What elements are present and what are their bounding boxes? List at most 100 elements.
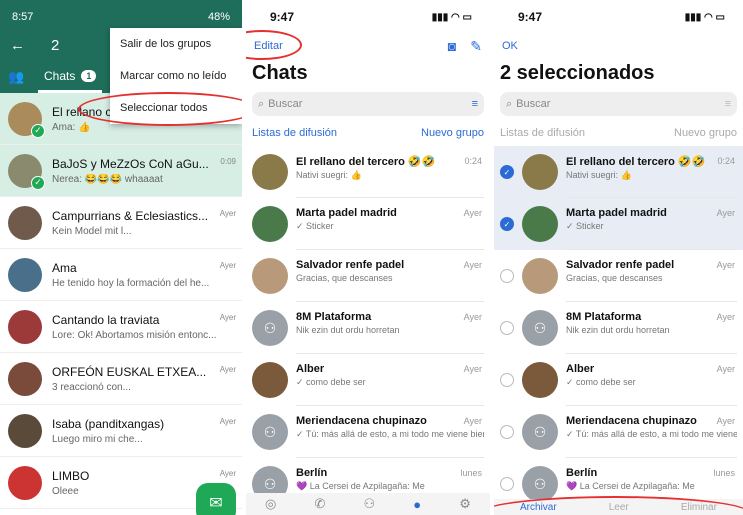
chat-row[interactable]: ⚇ 8M Plataforma Nik ezin dut ordu horretan… [494,302,743,354]
chat-body: El rellano del tercero 🤣🤣 Nativi suegri: … [566,146,737,198]
avatar: ⚇ [522,310,558,346]
avatar: ⚇ [252,310,288,346]
new-group-link[interactable]: Nuevo grupo [421,127,484,139]
chat-body: BaJoS y MeZzOs CoN aGu... Nerea: 😂😂😂 whaa… [52,157,234,185]
chat-name: Meriendacena chupinazo [296,415,427,427]
chat-row[interactable]: Isaba (panditxangas) Luego miro mi che...… [0,405,242,457]
chat-preview: ✓ Tú: más allá de esto, a mi todo me vie… [296,429,484,439]
chat-preview: Lore: Ok! Abortamos misión entonc... [52,329,217,341]
chat-name: Ama [52,260,77,275]
chat-time: 0:09 [220,157,236,166]
chat-preview: Gracias, que descanses [566,273,663,283]
chat-preview: ✓ Sticker [566,221,604,231]
chat-preview: He tenido hoy la formación del he... [52,277,210,289]
unchecked-radio-icon[interactable] [500,477,514,491]
compose-icon[interactable]: ✎ [470,38,482,55]
selected-check-icon: ✓ [31,175,45,190]
search-placeholder: Buscar [268,98,303,110]
unread-badge: 1 [81,69,97,82]
communities-icon[interactable]: 👥 [8,69,24,85]
avatar [8,205,42,240]
tab-chats-label: Chats [44,68,76,83]
selected-count: 2 [51,36,60,54]
chat-row[interactable]: ⚇ Meriendacena chupinazo ✓ Tú: más allá de… [494,406,743,458]
chat-preview: ✓ como debe ser [296,377,366,387]
chat-time: 0:24 [717,156,735,166]
chat-row[interactable]: El rellano del tercero 🤣🤣 Nativi suegri: … [246,146,490,198]
calls-tab-icon[interactable]: ✆ [315,496,326,512]
chat-preview: Nativi suegri: 👍 [296,170,362,180]
chat-row[interactable]: Ama He tenido hoy la formación del he... A… [0,249,242,301]
chat-row[interactable]: Salvador renfe padel Gracias, que descans… [494,250,743,302]
chat-time: Ayer [716,364,735,374]
status-tab-icon[interactable]: ◎ [265,496,276,512]
chat-row[interactable]: Alber ✓ como debe ser Ayer [494,354,743,406]
chat-row[interactable]: Marta padel madrid ✓ Sticker Ayer [246,198,490,250]
avatar: ⚇ [522,466,558,502]
chat-body: Campurrians & Eclesiastics... Kein Model … [52,209,234,237]
chat-row[interactable]: ✓ BaJoS y MeZzOs CoN aGu... Nerea: 😂😂😂 wha… [0,145,242,197]
chat-row[interactable]: ✓ El rellano del tercero 🤣🤣 Nativi suegri:… [494,146,743,198]
chat-body: Cantando la traviata Lore: Ok! Abortamos … [52,313,234,341]
chat-time: Ayer [463,364,482,374]
avatar: ✓ [8,153,45,190]
chat-row[interactable]: ✓ Marta padel madrid ✓ Sticker Ayer [494,198,743,250]
avatar: ⚇ [522,414,558,450]
avatar: ✓ [8,101,45,138]
chat-body: 8M Plataforma Nik ezin dut ordu horretan [566,302,737,354]
chat-name: 8M Plataforma [566,311,642,323]
unchecked-radio-icon[interactable] [500,373,514,387]
chat-name: ORFEÓN EUSKAL ETXEA... [52,364,207,379]
checked-radio-icon[interactable]: ✓ [500,165,514,179]
chat-row[interactable]: ⚇ Meriendacena chupinazo ✓ Tú: más allá de… [246,406,490,458]
broadcast-link[interactable]: Listas de difusión [252,127,337,139]
chat-preview: 💜 La Cersei de Azpilagaña: Me [566,481,695,491]
chat-preview: 💜 La Cersei de Azpilagaña: Me [296,481,425,491]
checked-radio-icon[interactable]: ✓ [500,217,514,231]
avatar [522,258,558,294]
unchecked-radio-icon[interactable] [500,425,514,439]
chat-row[interactable]: Cantando la traviata Lore: Ok! Abortamos … [0,301,242,353]
avatar [252,206,288,242]
chat-row[interactable]: ORFEÓN EUSKAL ETXEA... 3 reaccionó con...… [0,353,242,405]
chat-body: Salvador renfe padel Gracias, que descans… [296,250,484,302]
menu-item-exit-groups[interactable]: Salir de los grupos [110,28,242,60]
tab-chats[interactable]: Chats 1 [38,61,103,93]
menu-item-mark-unread[interactable]: Marcar como no leído [110,60,242,92]
back-arrow-icon[interactable]: ← [10,37,25,54]
chat-row[interactable]: ⚇ 8M Plataforma Nik ezin dut ordu horretan… [246,302,490,354]
status-battery: 48% [207,11,230,23]
ok-button[interactable]: OK [502,40,518,52]
chat-time: Ayer [219,469,236,478]
settings-tab-icon[interactable]: ⚙ [459,496,471,512]
chat-body: Alber ✓ como debe ser [296,354,484,406]
search-input[interactable]: ⌕ Buscar ≡ [252,92,484,116]
chat-time: Ayer [463,260,482,270]
page-title: 2 seleccionados [500,61,655,84]
unchecked-radio-icon[interactable] [500,269,514,283]
group-icon: ⚇ [263,475,277,492]
chat-row[interactable]: Salvador renfe padel Gracias, que descans… [246,250,490,302]
filter-icon[interactable]: ≡ [472,98,478,110]
chats-tab-icon[interactable]: ● [413,497,421,512]
chat-name: Alber [566,363,595,375]
chat-body: El rellano del tercero 🤣🤣 Nativi suegri: … [296,146,484,198]
chat-body: Salvador renfe padel Gracias, que descans… [566,250,737,302]
new-chat-fab[interactable]: ✉ [196,483,236,515]
search-input[interactable]: ⌕ Buscar ≡ [500,92,737,116]
chat-row[interactable]: Alber ✓ como debe ser Ayer [246,354,490,406]
chat-name: Berlín [296,467,328,479]
communities-tab-icon[interactable]: ⚇ [364,496,376,512]
chat-time: Ayer [716,208,735,218]
unchecked-radio-icon[interactable] [500,321,514,335]
filter-icon: ≡ [724,98,731,110]
android-panel: 8:57 48% ← 2 👥 Chats 1 ✓ El rellano c Ama:… [0,0,242,515]
chat-name: 8M Plataforma [296,311,372,323]
chat-preview: 3 reaccionó con... [52,381,131,393]
camera-icon[interactable]: ◙ [448,38,456,55]
chat-row[interactable]: Campurrians & Eclesiastics... Kein Model … [0,197,242,249]
chat-preview: Nik ezin dut ordu horretan [296,325,400,335]
ios-chat-list: El rellano del tercero 🤣🤣 Nativi suegri: … [246,146,490,510]
chat-name: El rellano del tercero 🤣🤣 [296,156,436,168]
search-placeholder: Buscar [516,98,551,110]
